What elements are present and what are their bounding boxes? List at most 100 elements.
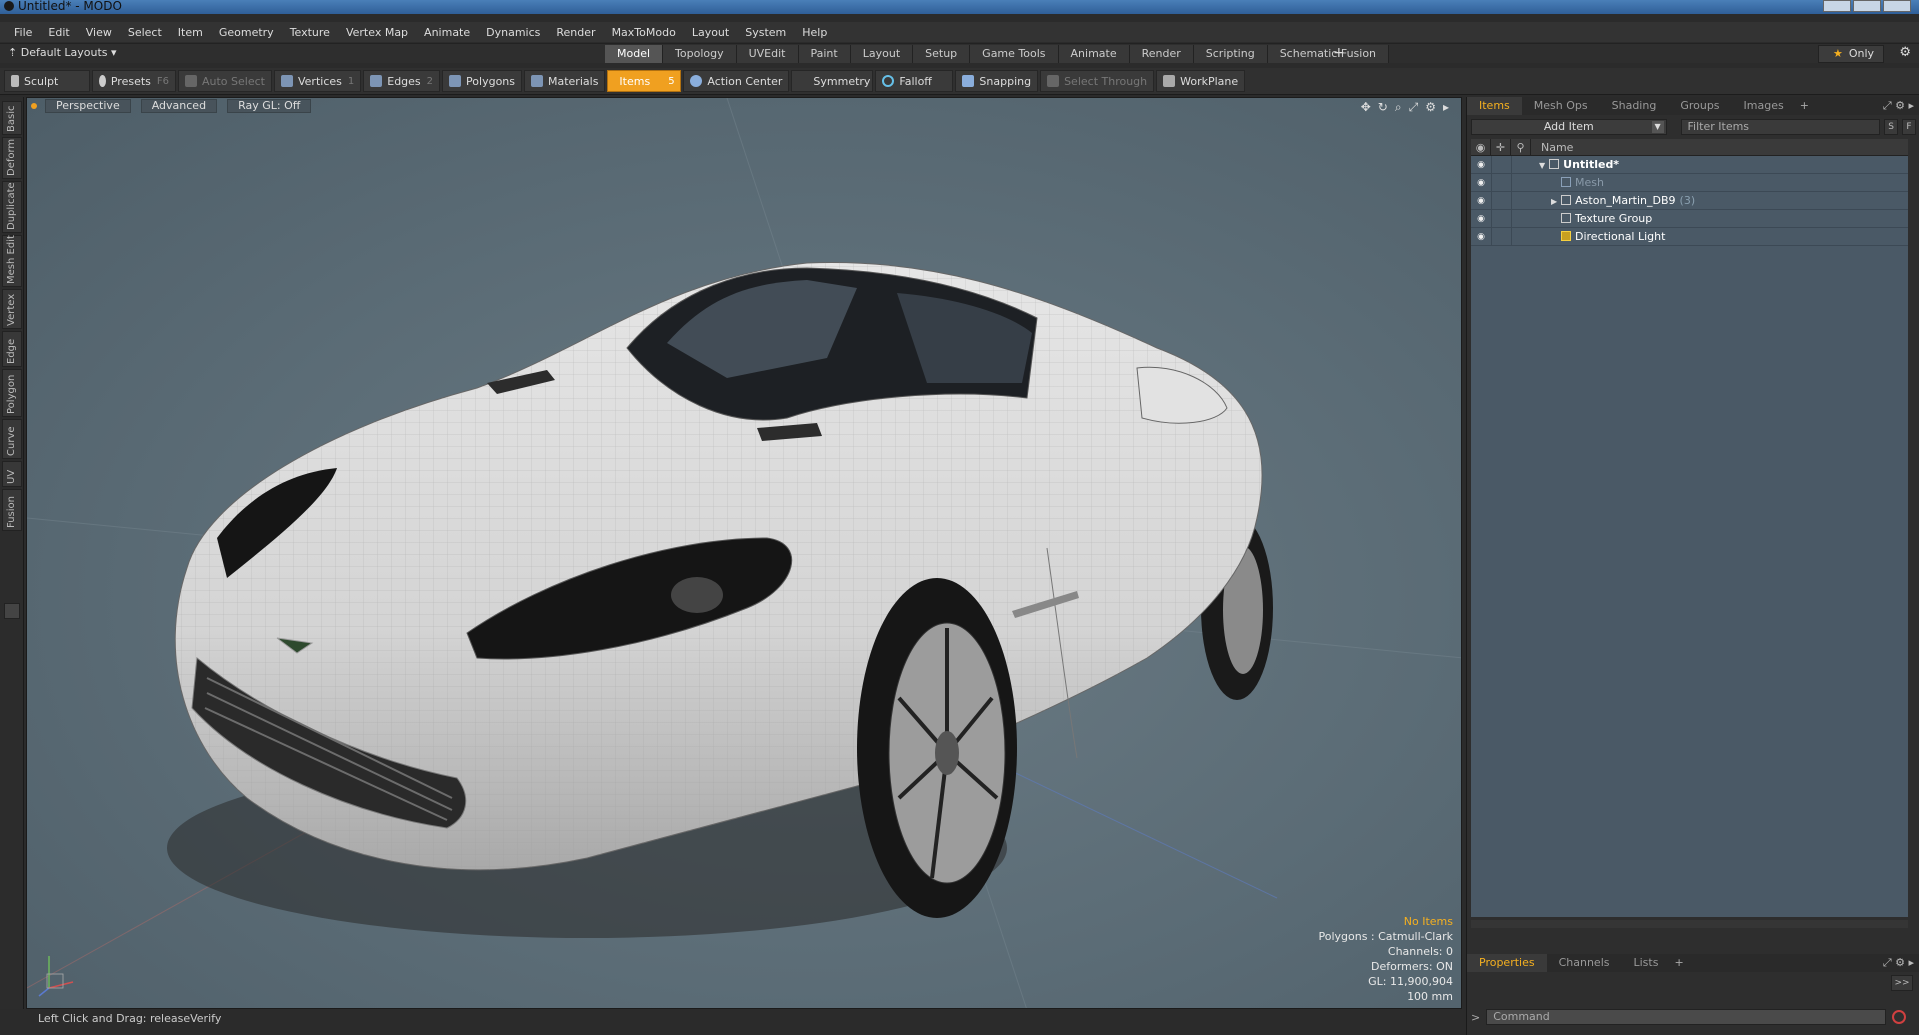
- tab-fusion[interactable]: Fusion: [2, 489, 22, 531]
- tab-setup[interactable]: Setup: [913, 45, 971, 63]
- menu-view[interactable]: View: [78, 26, 120, 39]
- tab-polygon[interactable]: Polygon: [2, 369, 22, 417]
- sculpt-button[interactable]: Sculpt: [4, 70, 90, 92]
- tab-curve[interactable]: Curve: [2, 419, 22, 459]
- maximize-viewport-icon[interactable]: ⤢: [1409, 100, 1419, 115]
- menu-geometry[interactable]: Geometry: [211, 26, 282, 39]
- add-layout-tab-button[interactable]: +: [1333, 45, 1345, 61]
- menu-texture[interactable]: Texture: [282, 26, 338, 39]
- viewport-settings-icon[interactable]: ⚙: [1425, 100, 1436, 115]
- menu-dynamics[interactable]: Dynamics: [478, 26, 548, 39]
- eye-icon[interactable]: ◉: [1471, 214, 1491, 224]
- menu-animate[interactable]: Animate: [416, 26, 478, 39]
- tab-items[interactable]: Items: [1467, 97, 1522, 115]
- tab-groups[interactable]: Groups: [1668, 97, 1731, 115]
- tab-uv[interactable]: UV: [2, 461, 22, 487]
- properties-options-icons[interactable]: ⤢ ⚙ ▸: [1883, 956, 1914, 970]
- list-item[interactable]: ◉ Directional Light: [1471, 227, 1908, 246]
- only-button[interactable]: ★ Only: [1818, 45, 1884, 63]
- tab-mesh-edit[interactable]: Mesh Edit: [2, 235, 22, 287]
- add-panel-tab-button[interactable]: +: [1796, 97, 1813, 115]
- lock-column-icon[interactable]: ✛: [1491, 139, 1511, 155]
- tab-channels[interactable]: Channels: [1547, 954, 1622, 972]
- tab-paint[interactable]: Paint: [798, 45, 851, 63]
- tab-render[interactable]: Render: [1129, 45, 1194, 63]
- tab-model[interactable]: Model: [605, 45, 664, 63]
- close-button[interactable]: [1883, 0, 1911, 12]
- filter-f-button[interactable]: F: [1902, 119, 1916, 135]
- menu-select[interactable]: Select: [120, 26, 170, 39]
- items-button[interactable]: Items 5: [607, 70, 682, 92]
- expand-triangle-icon[interactable]: ▶: [1551, 197, 1557, 206]
- falloff-button[interactable]: Falloff: [875, 70, 954, 92]
- tab-edge[interactable]: Edge: [2, 331, 22, 367]
- menu-layout[interactable]: Layout: [684, 26, 737, 39]
- name-column-header[interactable]: Name: [1531, 139, 1573, 155]
- snapping-button[interactable]: Snapping: [955, 70, 1039, 92]
- tab-schematic-fusion[interactable]: Schematic Fusion: [1267, 45, 1390, 63]
- viewport-arrow-icon[interactable]: ▸: [1443, 100, 1449, 115]
- tab-game-tools[interactable]: Game Tools: [970, 45, 1059, 63]
- vertices-button[interactable]: Vertices 1: [273, 70, 362, 92]
- menu-render[interactable]: Render: [548, 26, 603, 39]
- tab-animate[interactable]: Animate: [1058, 45, 1130, 63]
- raygl-button[interactable]: Ray GL: Off: [227, 99, 312, 113]
- tab-properties[interactable]: Properties: [1467, 954, 1547, 972]
- tab-vertex[interactable]: Vertex: [2, 289, 22, 329]
- tab-lists[interactable]: Lists: [1622, 954, 1671, 972]
- filter-items-input[interactable]: Filter Items: [1680, 119, 1881, 135]
- tab-images[interactable]: Images: [1732, 97, 1796, 115]
- minimize-button[interactable]: [1823, 0, 1851, 12]
- menu-file[interactable]: File: [6, 26, 40, 39]
- menu-system[interactable]: System: [737, 26, 794, 39]
- polygons-button[interactable]: Polygons: [442, 70, 522, 92]
- tab-shading[interactable]: Shading: [1600, 97, 1669, 115]
- list-item[interactable]: ◉ ▼ Untitled*: [1471, 155, 1908, 174]
- list-item[interactable]: ◉ ▶ Aston_Martin_DB9 (3): [1471, 191, 1908, 210]
- eye-icon[interactable]: ◉: [1471, 160, 1491, 170]
- list-item[interactable]: ◉ Texture Group: [1471, 209, 1908, 228]
- advanced-button[interactable]: Advanced: [140, 99, 218, 113]
- expand-triangle-icon[interactable]: ▼: [1539, 161, 1545, 170]
- presets-button[interactable]: Presets F6: [92, 70, 176, 92]
- tab-mesh-ops[interactable]: Mesh Ops: [1522, 97, 1600, 115]
- add-properties-tab-button[interactable]: +: [1670, 954, 1687, 972]
- tab-duplicate[interactable]: Duplicate: [2, 181, 22, 233]
- tab-scripting[interactable]: Scripting: [1193, 45, 1268, 63]
- item-list-scrollbar[interactable]: [1471, 920, 1908, 928]
- filter-s-button[interactable]: S: [1884, 119, 1899, 135]
- default-layouts-dropdown[interactable]: ⇡ Default Layouts ▾: [8, 46, 117, 59]
- list-item[interactable]: ◉ Mesh: [1471, 173, 1908, 192]
- tab-basic[interactable]: Basic: [2, 101, 22, 135]
- expand-properties-button[interactable]: >>: [1891, 975, 1913, 991]
- maximize-button[interactable]: [1853, 0, 1881, 12]
- action-center-button[interactable]: Action Center: [683, 70, 790, 92]
- auto-select-button[interactable]: Auto Select: [178, 70, 272, 92]
- command-input[interactable]: Command: [1486, 1009, 1887, 1025]
- add-item-dropdown[interactable]: Add Item ▼: [1471, 119, 1667, 135]
- stop-icon[interactable]: [1892, 1010, 1907, 1024]
- edges-button[interactable]: Edges 2: [363, 70, 441, 92]
- select-through-button[interactable]: Select Through: [1040, 70, 1155, 92]
- tab-deform[interactable]: Deform: [2, 137, 22, 179]
- menu-edit[interactable]: Edit: [40, 26, 77, 39]
- zoom-icon[interactable]: ⌕: [1395, 100, 1402, 115]
- rotate-icon[interactable]: ↻: [1378, 100, 1388, 115]
- gear-icon[interactable]: ⚙: [1899, 45, 1911, 60]
- tab-layout[interactable]: Layout: [850, 45, 914, 63]
- visibility-column-icon[interactable]: ◉: [1471, 139, 1491, 155]
- tab-uvedit[interactable]: UVEdit: [736, 45, 799, 63]
- 3d-viewport[interactable]: Perspective Advanced Ray GL: Off ✥ ↻ ⌕ ⤢…: [26, 97, 1462, 1009]
- menu-help[interactable]: Help: [794, 26, 835, 39]
- viewport-menu-dot-icon[interactable]: [31, 103, 37, 109]
- left-panel-toggle-button[interactable]: [4, 603, 20, 619]
- eye-icon[interactable]: ◉: [1471, 196, 1491, 206]
- perspective-button[interactable]: Perspective: [45, 99, 131, 113]
- menu-vertex-map[interactable]: Vertex Map: [338, 26, 416, 39]
- panel-options-icons[interactable]: ⤢ ⚙ ▸: [1883, 99, 1914, 113]
- symmetry-button[interactable]: Symmetry: [791, 70, 874, 92]
- eye-icon[interactable]: ◉: [1471, 232, 1491, 242]
- menu-item[interactable]: Item: [170, 26, 211, 39]
- materials-button[interactable]: Materials: [524, 70, 606, 92]
- menu-maxtomodo[interactable]: MaxToModo: [604, 26, 684, 39]
